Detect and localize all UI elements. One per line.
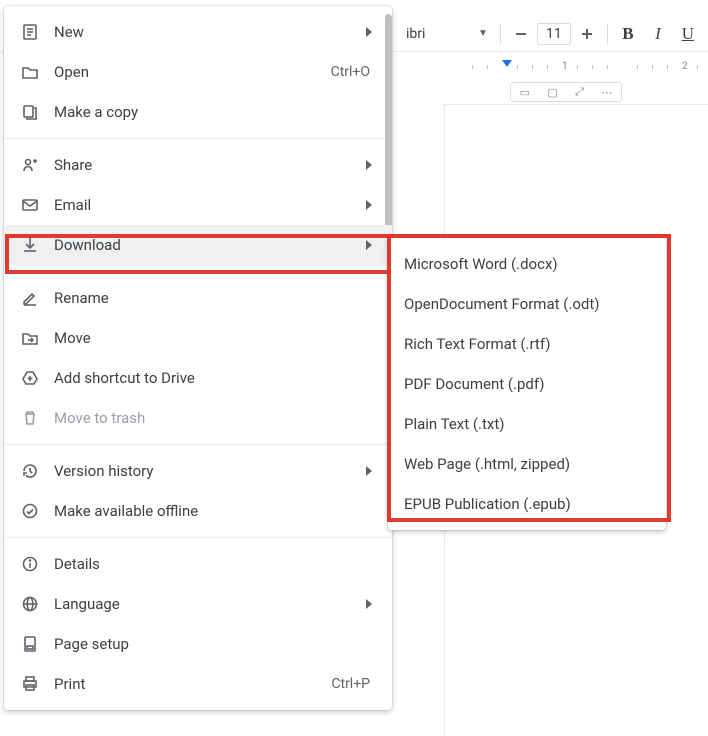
- menu-divider: [4, 138, 392, 139]
- menu-item-email[interactable]: Email: [4, 185, 392, 225]
- menu-item-version-history[interactable]: Version history: [4, 451, 392, 491]
- submenu-item-docx[interactable]: Microsoft Word (.docx): [388, 244, 666, 284]
- font-size-increase-button[interactable]: [573, 20, 601, 48]
- menu-item-add-shortcut[interactable]: Add shortcut to Drive: [4, 358, 392, 398]
- copy-icon: [20, 102, 40, 122]
- document-outline-bar: ▭ ▢ ⤢ ⋯: [510, 82, 622, 102]
- menu-item-details[interactable]: Details: [4, 544, 392, 584]
- submenu-arrow-icon: [366, 240, 372, 250]
- menu-item-open[interactable]: Open Ctrl+O: [4, 52, 392, 92]
- menu-shortcut: Ctrl+O: [331, 64, 370, 80]
- menu-label: Share: [54, 156, 366, 174]
- menu-label: Make a copy: [54, 103, 376, 121]
- page-setup-icon: [20, 634, 40, 654]
- menu-divider: [4, 444, 392, 445]
- menu-item-move[interactable]: Move: [4, 318, 392, 358]
- font-size-decrease-button[interactable]: [507, 20, 535, 48]
- print-icon: [20, 674, 40, 694]
- email-icon: [20, 195, 40, 215]
- menu-item-language[interactable]: Language: [4, 584, 392, 624]
- trash-icon: [20, 408, 40, 428]
- menu-item-rename[interactable]: Rename: [4, 278, 392, 318]
- menu-label: Print: [54, 675, 331, 693]
- menu-label: Move to trash: [54, 409, 376, 427]
- submenu-item-rtf[interactable]: Rich Text Format (.rtf): [388, 324, 666, 364]
- menu-item-make-copy[interactable]: Make a copy: [4, 92, 392, 132]
- menu-label: Details: [54, 555, 376, 573]
- menu-label: Email: [54, 196, 366, 214]
- info-icon: [20, 554, 40, 574]
- menu-label: Rename: [54, 289, 376, 307]
- menu-label: Page setup: [54, 635, 376, 653]
- download-icon: [20, 235, 40, 255]
- menu-label: Add shortcut to Drive: [54, 369, 376, 387]
- italic-button[interactable]: I: [644, 20, 672, 48]
- menu-label: Version history: [54, 462, 366, 480]
- menu-label: Language: [54, 595, 366, 613]
- drive-shortcut-icon: [20, 368, 40, 388]
- submenu-item-odt[interactable]: OpenDocument Format (.odt): [388, 284, 666, 324]
- menu-item-new[interactable]: New: [4, 12, 392, 52]
- submenu-item-epub[interactable]: EPUB Publication (.epub): [388, 484, 666, 524]
- layout-icon[interactable]: ▢: [547, 86, 557, 99]
- toolbar-separator: [607, 24, 608, 44]
- history-icon: [20, 461, 40, 481]
- menu-label: Make available offline: [54, 502, 376, 520]
- menu-label: Move: [54, 329, 376, 347]
- menu-item-trash: Move to trash: [4, 398, 392, 438]
- menu-label: Download: [54, 236, 366, 254]
- menu-divider: [4, 537, 392, 538]
- menu-item-print[interactable]: Print Ctrl+P: [4, 664, 392, 704]
- expand-icon[interactable]: ⤢: [575, 85, 584, 99]
- ruler: 1 2: [402, 56, 708, 78]
- submenu-arrow-icon: [366, 200, 372, 210]
- font-size-input[interactable]: 11: [537, 23, 571, 45]
- globe-icon: [20, 594, 40, 614]
- menu-shortcut: Ctrl+P: [331, 676, 370, 692]
- menu-item-share[interactable]: Share: [4, 145, 392, 185]
- menu-label: New: [54, 23, 366, 41]
- folder-icon: [20, 62, 40, 82]
- rename-icon: [20, 288, 40, 308]
- submenu-item-pdf[interactable]: PDF Document (.pdf): [388, 364, 666, 404]
- font-family-select[interactable]: ibri: [400, 22, 470, 46]
- bold-button[interactable]: B: [614, 20, 642, 48]
- download-submenu: Microsoft Word (.docx) OpenDocument Form…: [388, 238, 666, 530]
- menu-label: Open: [54, 63, 331, 81]
- menu-divider: [4, 271, 392, 272]
- more-icon[interactable]: ⋯: [601, 86, 612, 99]
- menu-item-download[interactable]: Download: [4, 225, 392, 265]
- submenu-item-txt[interactable]: Plain Text (.txt): [388, 404, 666, 444]
- submenu-arrow-icon: [366, 466, 372, 476]
- submenu-arrow-icon: [366, 599, 372, 609]
- submenu-item-html[interactable]: Web Page (.html, zipped): [388, 444, 666, 484]
- underline-button[interactable]: U: [674, 20, 702, 48]
- menu-item-offline[interactable]: Make available offline: [4, 491, 392, 531]
- toolbar-separator: [500, 24, 501, 44]
- submenu-arrow-icon: [366, 27, 372, 37]
- move-icon: [20, 328, 40, 348]
- submenu-arrow-icon: [366, 160, 372, 170]
- document-icon: [20, 22, 40, 42]
- font-family-dropdown-icon[interactable]: ▼: [472, 28, 494, 39]
- file-menu: New Open Ctrl+O Make a copy Share Email: [4, 6, 392, 710]
- offline-icon: [20, 501, 40, 521]
- menu-item-page-setup[interactable]: Page setup: [4, 624, 392, 664]
- share-icon: [20, 155, 40, 175]
- header-icon[interactable]: ▭: [520, 86, 530, 99]
